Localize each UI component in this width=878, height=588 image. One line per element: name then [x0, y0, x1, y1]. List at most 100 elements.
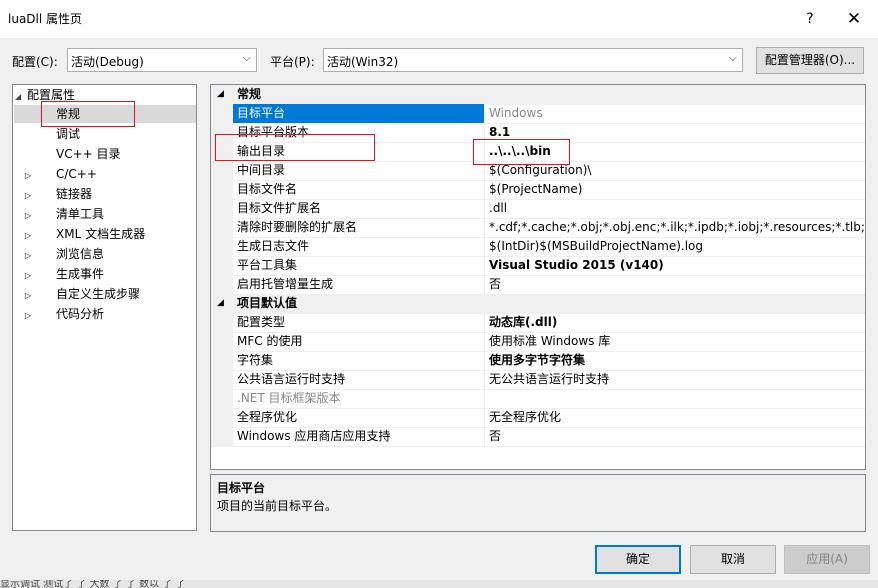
tree-item-label: C/C++ [56, 167, 97, 181]
collapsed-triangle-icon: ▷ [24, 231, 32, 240]
annotation-box-general [41, 101, 135, 127]
property-row-target-name[interactable]: 目标文件名 $(ProjectName) [211, 180, 865, 200]
collapsed-triangle-icon: ▷ [24, 171, 32, 180]
property-value[interactable]: 否 [485, 427, 865, 446]
annotation-box-output-dir-value [473, 139, 570, 165]
tree-item-xml-doc-generator[interactable]: ▷ XML 文档生成器 [14, 225, 145, 243]
tree-item-debugging[interactable]: 调试 [14, 125, 80, 143]
tree-item-label: 自定义生成步骤 [56, 287, 141, 301]
property-row-use-of-mfc[interactable]: MFC 的使用 使用标准 Windows 库 [211, 332, 865, 352]
collapsed-triangle-icon: ▷ [24, 291, 32, 300]
property-row-extensions-to-delete[interactable]: 清除时要删除的扩展名 *.cdf;*.cache;*.obj;*.obj.enc… [211, 218, 865, 238]
ok-button[interactable]: 确定 [595, 545, 681, 574]
property-row-platform-toolset[interactable]: 平台工具集 Visual Studio 2015 (v140) [211, 256, 865, 276]
property-value[interactable]: $(ProjectName) [485, 180, 865, 199]
property-name: 中间目录 [233, 161, 485, 180]
collapsed-triangle-icon: ▷ [24, 251, 32, 260]
tree-item-manifest-tool[interactable]: ▷ 清单工具 [14, 205, 104, 223]
taskbar-text: 显示调试 测试了 了 大数 了 了 数以 了 了 [0, 580, 186, 588]
tree-item-browse-information[interactable]: ▷ 浏览信息 [14, 245, 104, 263]
category-name: 常规 [237, 87, 262, 101]
tree-item-cpp[interactable]: ▷ C/C++ [14, 165, 97, 183]
property-value[interactable]: Windows [485, 104, 865, 123]
property-value[interactable]: 否 [485, 275, 865, 294]
collapse-triangle-icon[interactable]: ◢ [217, 85, 224, 104]
property-row-clr-support[interactable]: 公共语言运行时支持 无公共语言运行时支持 [211, 370, 865, 390]
property-row-character-set[interactable]: 字符集 使用多字节字符集 [211, 351, 865, 371]
property-row-configuration-type[interactable]: 配置类型 动态库(.dll) [211, 313, 865, 333]
tree-item-label: VC++ 目录 [56, 147, 121, 161]
taskbar-strip: 显示调试 测试了 了 大数 了 了 数以 了 了 [0, 580, 878, 588]
cancel-button[interactable]: 取消 [690, 545, 776, 574]
property-value[interactable]: 动态库(.dll) [485, 313, 865, 332]
category-project-defaults[interactable]: ◢ 项目默认值 [211, 294, 865, 314]
property-row-windows-store-app-support[interactable]: Windows 应用商店应用支持 否 [211, 427, 865, 447]
category-name: 项目默认值 [237, 296, 298, 310]
collapsed-triangle-icon: ▷ [24, 311, 32, 320]
property-value[interactable]: $(IntDir)$(MSBuildProjectName).log [485, 237, 865, 256]
tree-root-label: 配置属性 [27, 88, 76, 102]
collapsed-triangle-icon: ▷ [24, 191, 32, 200]
collapse-triangle-icon[interactable]: ◢ [217, 294, 224, 313]
property-value[interactable]: .dll [485, 199, 865, 218]
property-value[interactable]: 无公共语言运行时支持 [485, 370, 865, 389]
tree-item-label: XML 文档生成器 [56, 227, 146, 241]
tree-item-label: 清单工具 [56, 207, 105, 221]
property-value[interactable]: 使用标准 Windows 库 [485, 332, 865, 351]
platform-select-value: 活动(Win32) [327, 55, 399, 69]
property-name: Windows 应用商店应用支持 [233, 427, 485, 446]
property-name: 目标平台 [233, 104, 485, 123]
property-name: 配置类型 [233, 313, 485, 332]
property-tree: ◢ 配置属性 常规 调试 VC++ 目录 ▷ C/C++ ▷ 链接器 ▷ 清单工具 ▷ X… [12, 84, 197, 531]
property-name: 生成日志文件 [233, 237, 485, 256]
property-name: .NET 目标框架版本 [233, 389, 485, 408]
tree-item-vc-directories[interactable]: VC++ 目录 [14, 145, 121, 163]
platform-select[interactable]: 活动(Win32) ⌵ [323, 48, 743, 72]
config-select-value: 活动(Debug) [71, 55, 144, 69]
description-panel: 目标平台 项目的当前目标平台。 [210, 474, 866, 532]
property-row-whole-program-optimization[interactable]: 全程序优化 无全程序优化 [211, 408, 865, 428]
annotation-box-output-dir-name [215, 134, 375, 161]
tree-item-custom-build-step[interactable]: ▷ 自定义生成步骤 [14, 285, 140, 303]
description-title: 目标平台 [217, 481, 266, 495]
category-general[interactable]: ◢ 常规 [211, 85, 865, 105]
config-label: 配置(C): [12, 55, 58, 69]
property-value[interactable]: 无全程序优化 [485, 408, 865, 427]
property-name: 平台工具集 [233, 256, 485, 275]
property-name: 全程序优化 [233, 408, 485, 427]
window-title: luaDll 属性页 [8, 12, 83, 26]
property-value[interactable]: 使用多字节字符集 [485, 351, 865, 370]
property-row-managed-incremental-build[interactable]: 启用托管增量生成 否 [211, 275, 865, 295]
config-select[interactable]: 活动(Debug) ⌵ [67, 48, 257, 72]
property-name: 目标文件名 [233, 180, 485, 199]
apply-button[interactable]: 应用(A) [784, 545, 870, 574]
tree-item-label: 调试 [56, 127, 81, 141]
property-name: 目标文件扩展名 [233, 199, 485, 218]
property-row-net-target-framework[interactable]: .NET 目标框架版本 [211, 389, 865, 409]
tree-item-code-analysis[interactable]: ▷ 代码分析 [14, 305, 104, 323]
property-value[interactable]: Visual Studio 2015 (v140) [485, 256, 865, 275]
chevron-down-icon: ⌵ [728, 51, 737, 64]
property-name: 清除时要删除的扩展名 [233, 218, 485, 237]
tree-item-label: 浏览信息 [56, 247, 105, 261]
tree-item-build-events[interactable]: ▷ 生成事件 [14, 265, 104, 283]
collapsed-triangle-icon: ▷ [24, 271, 32, 280]
tree-item-linker[interactable]: ▷ 链接器 [14, 185, 92, 203]
property-row-target-extension[interactable]: 目标文件扩展名 .dll [211, 199, 865, 219]
config-manager-button[interactable]: 配置管理器(O)... [756, 47, 864, 74]
property-name: 字符集 [233, 351, 485, 370]
help-button[interactable]: ? [790, 4, 830, 34]
title-bar: luaDll 属性页 ? ✕ [0, 0, 878, 38]
close-button[interactable]: ✕ [834, 4, 874, 34]
property-name: MFC 的使用 [233, 332, 485, 351]
tree-item-label: 生成事件 [56, 267, 105, 281]
tree-item-label: 链接器 [56, 187, 93, 201]
property-value[interactable]: *.cdf;*.cache;*.obj;*.obj.enc;*.ilk;*.ip… [485, 218, 865, 237]
chevron-down-icon: ⌵ [242, 51, 251, 64]
property-row-build-log-file[interactable]: 生成日志文件 $(IntDir)$(MSBuildProjectName).lo… [211, 237, 865, 257]
property-row-target-platform[interactable]: 目标平台 Windows [211, 104, 865, 124]
property-name: 公共语言运行时支持 [233, 370, 485, 389]
property-value[interactable] [485, 389, 865, 408]
description-text: 项目的当前目标平台。 [217, 499, 338, 513]
tree-item-label: 代码分析 [56, 307, 105, 321]
